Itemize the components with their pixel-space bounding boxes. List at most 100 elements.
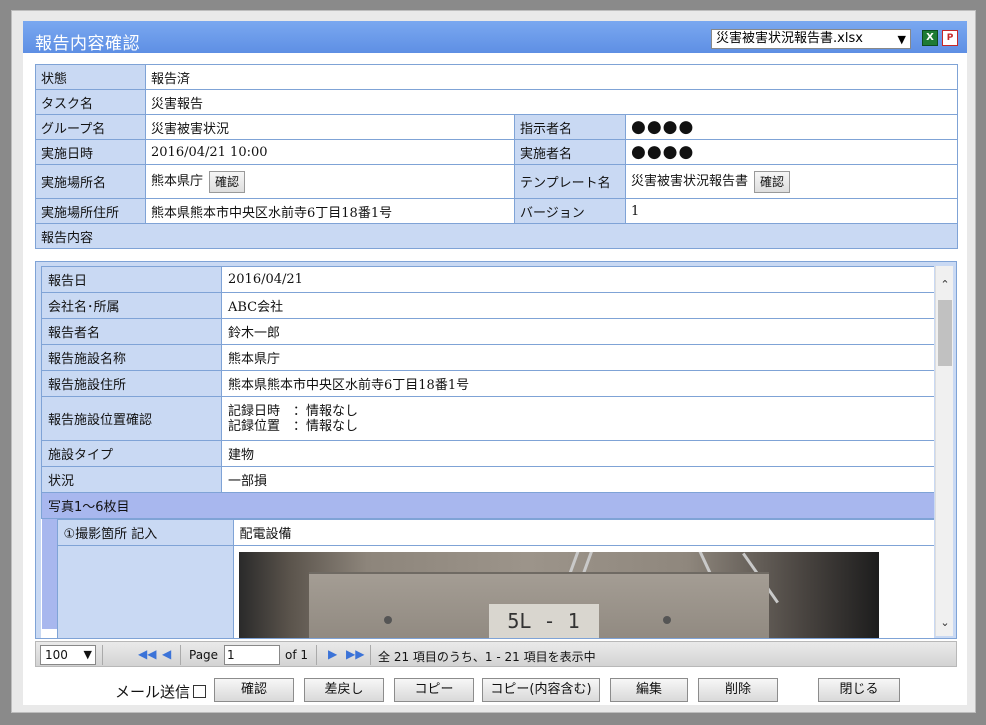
photo-spot-value: 配電設備 <box>232 519 934 546</box>
page-number-input[interactable]: 1 <box>224 645 280 665</box>
send-back-button[interactable]: 差戻し <box>304 678 384 702</box>
close-button[interactable]: 閉じる <box>818 678 900 702</box>
photo-label-cell <box>56 545 234 638</box>
place-value: 熊本県庁 <box>151 174 204 190</box>
place-label: 実施場所名 <box>35 164 146 199</box>
info-row: 実施日時 2016/04/21 10:00 実施者名 ●●●● <box>35 139 958 165</box>
report-table: 報告日 2016/04/21 会社名･所属 ABC会社 報告者名 鈴木一郎 報告… <box>41 266 934 638</box>
prev-page-icon[interactable]: ◀ <box>162 647 171 661</box>
report-row-value: 鈴木一郎 <box>221 318 934 345</box>
report-section-label: 報告内容 <box>35 223 958 249</box>
copy-button[interactable]: コピー <box>394 678 474 702</box>
info-row: 実施場所住所 熊本県熊本市中央区水前寺6丁目18番1号 バージョン 1 <box>35 198 958 224</box>
next-page-icon[interactable]: ▶ <box>328 647 337 661</box>
condition-label: 状況 <box>41 466 222 493</box>
copy-with-content-button[interactable]: コピー(内容含む) <box>482 678 600 702</box>
pager-divider <box>180 645 181 665</box>
location-label: 報告施設位置確認 <box>41 396 222 441</box>
facility-type-value: 建物 <box>221 440 934 467</box>
excel-icon[interactable]: X <box>922 30 938 46</box>
equipment-plate: 5L - 1 <box>488 604 599 638</box>
info-row: グループ名 災害被害状況 指示者名 ●●●● <box>35 114 958 140</box>
table-row: 状況 一部損 <box>41 466 934 493</box>
report-row-label: 会社名･所属 <box>41 292 222 319</box>
report-row-label: 報告者名 <box>41 318 222 345</box>
info-table: 状態 報告済 タスク名 災害報告 グループ名 災害被害状況 指示者名 ●●●● … <box>35 64 958 249</box>
mail-send-label: メール送信 <box>115 683 191 701</box>
vertical-scrollbar[interactable]: ⌃ ⌄ <box>935 266 953 636</box>
photo-table: ①撮影箇所 記入 配電設備 5L - 1 <box>56 519 934 638</box>
file-select[interactable]: 災害被害状況報告書.xlsx ▼ <box>711 29 911 49</box>
address-label: 実施場所住所 <box>35 198 146 224</box>
pdf-icon[interactable]: P <box>942 30 958 46</box>
edit-button[interactable]: 編集 <box>610 678 688 702</box>
table-row: ①撮影箇所 記入 配電設備 <box>56 519 934 546</box>
photo-wrap: ①撮影箇所 記入 配電設備 5L - 1 <box>41 519 934 638</box>
group-label: グループ名 <box>35 114 146 140</box>
scroll-thumb[interactable] <box>938 300 952 366</box>
page-count-label: of 1 <box>285 648 309 662</box>
table-row: 報告施設住所 熊本県熊本市中央区水前寺6丁目18番1号 <box>41 370 934 397</box>
dialog-title: 報告内容確認 <box>35 34 140 54</box>
version-value: 1 <box>625 198 958 224</box>
footer-actions: メール送信 確認 差戻し コピー コピー(内容含む) 編集 削除 閉じる <box>23 677 967 705</box>
date-value: 2016/04/21 10:00 <box>145 139 515 165</box>
info-row: 報告内容 <box>35 223 958 249</box>
photo-section-body: ①撮影箇所 記入 配電設備 5L - 1 <box>41 519 934 638</box>
executor-label: 実施者名 <box>514 139 626 165</box>
report-content-area[interactable]: 報告日 2016/04/21 会社名･所属 ABC会社 報告者名 鈴木一郎 報告… <box>35 261 957 639</box>
template-confirm-button[interactable]: 確認 <box>754 170 791 193</box>
pager-divider <box>370 645 371 665</box>
photo-section-header: 写真1～6枚目 <box>41 492 934 519</box>
place-confirm-button[interactable]: 確認 <box>209 170 246 193</box>
task-label: タスク名 <box>35 89 146 115</box>
report-row-label: 報告日 <box>41 266 222 293</box>
report-scroll-body: 報告日 2016/04/21 会社名･所属 ABC会社 報告者名 鈴木一郎 報告… <box>41 266 934 638</box>
page-size-value: 100 <box>45 648 68 662</box>
instructor-label: 指示者名 <box>514 114 626 140</box>
delete-button[interactable]: 削除 <box>698 678 778 702</box>
report-row-label: 報告施設名称 <box>41 344 222 371</box>
chevron-down-icon: ▼ <box>897 33 906 46</box>
chevron-down-icon: ▼ <box>83 648 92 661</box>
page-size-select[interactable]: 100 ▼ <box>40 645 96 665</box>
address-value: 熊本県熊本市中央区水前寺6丁目18番1号 <box>145 198 515 224</box>
page-label: Page <box>189 648 219 662</box>
report-row-value: 熊本県庁 <box>221 344 934 371</box>
pager-divider <box>316 645 317 665</box>
table-row: 会社名･所属 ABC会社 <box>41 292 934 319</box>
scroll-up-icon[interactable]: ⌃ <box>936 276 954 294</box>
photo-image[interactable]: 5L - 1 <box>238 552 879 638</box>
page-number-value: 1 <box>227 648 235 662</box>
template-value: 災害被害状況報告書 <box>631 174 749 190</box>
report-row-value: 熊本県熊本市中央区水前寺6丁目18番1号 <box>221 370 934 397</box>
table-row: 写真1～6枚目 <box>41 492 934 519</box>
table-row: 施設タイプ 建物 <box>41 440 934 467</box>
template-label: テンプレート名 <box>514 164 626 199</box>
info-row: 実施場所名 熊本県庁 確認 テンプレート名 災害被害状況報告書 確認 <box>35 164 958 199</box>
photo-spot-label: ①撮影箇所 記入 <box>56 519 234 546</box>
report-row-value: ABC会社 <box>221 292 934 319</box>
pager-summary: 全 21 項目のうち、1 - 21 項目を表示中 <box>378 650 596 664</box>
table-row: 報告施設位置確認 記録日時 ：情報なし 記録位置 ：情報なし <box>41 396 934 441</box>
table-row: 報告者名 鈴木一郎 <box>41 318 934 345</box>
last-page-icon[interactable]: ▶▶ <box>346 647 364 661</box>
template-cell: 災害被害状況報告書 確認 <box>625 164 958 199</box>
group-value: 災害被害状況 <box>145 114 515 140</box>
screw-shape <box>383 616 392 624</box>
pager-bar: 100 ▼ ◀◀ ◀ Page 1 of 1 ▶ ▶▶ 全 21 項目のうち、1… <box>35 641 957 667</box>
report-row-label: 報告施設住所 <box>41 370 222 397</box>
confirm-button[interactable]: 確認 <box>214 678 294 702</box>
status-value: 報告済 <box>145 64 958 90</box>
mail-send-checkbox[interactable] <box>193 685 206 698</box>
photo-cell: 5L - 1 <box>232 545 934 638</box>
table-row: ①撮影箇所 記入 配電設備 <box>41 519 934 638</box>
first-page-icon[interactable]: ◀◀ <box>138 647 156 661</box>
version-label: バージョン <box>514 198 626 224</box>
report-dialog: 報告内容確認 災害被害状況報告書.xlsx ▼ X P 状態 報告済 タスク名 … <box>11 10 976 713</box>
dialog-content: 報告内容確認 災害被害状況報告書.xlsx ▼ X P 状態 報告済 タスク名 … <box>23 21 967 705</box>
scroll-down-icon[interactable]: ⌄ <box>936 614 954 632</box>
instructor-value: ●●●● <box>625 114 958 140</box>
facility-type-label: 施設タイプ <box>41 440 222 467</box>
info-row: 状態 報告済 <box>35 64 958 90</box>
